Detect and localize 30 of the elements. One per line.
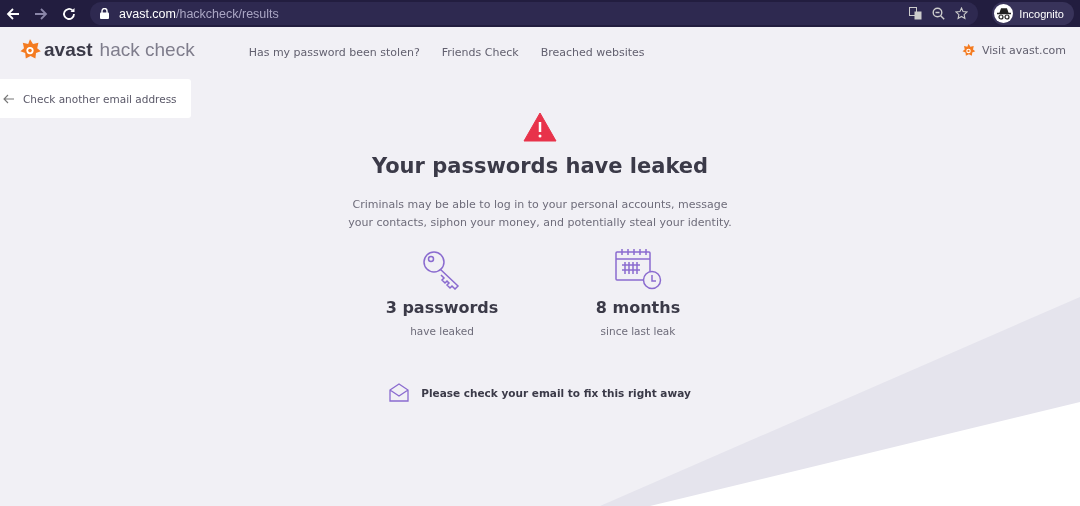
lock-icon [100, 8, 109, 19]
zoom-icon[interactable] [932, 7, 946, 20]
email-notice: Please check your email to fix this right away [421, 386, 691, 399]
avast-icon [961, 42, 977, 58]
reload-icon[interactable] [62, 6, 76, 21]
incognito-button[interactable]: Incognito [992, 2, 1074, 25]
result-title: Your passwords have leaked [371, 154, 709, 178]
envelope-icon [389, 383, 410, 402]
nav-link[interactable]: Friends Check [441, 45, 519, 59]
avast-logo[interactable]: avast hack check [18, 38, 195, 62]
back-icon[interactable] [6, 6, 20, 21]
address-bar[interactable]: avast.com/hackcheck/results [90, 2, 979, 25]
nav-link[interactable]: Has my password been stolen? [248, 45, 420, 59]
calendar-clock-icon [614, 248, 662, 290]
forward-icon[interactable] [34, 6, 48, 21]
stat-caption: since last leak [600, 325, 676, 337]
warning-icon [523, 112, 557, 142]
visit-link[interactable]: Visit avast.com [961, 42, 1066, 58]
stat-value: 3 passwords [385, 298, 499, 317]
translate-icon[interactable] [909, 7, 923, 20]
star-icon[interactable] [955, 7, 969, 20]
stat-caption: have leaked [410, 325, 474, 337]
arrow-left-icon [3, 93, 15, 104]
incognito-icon [996, 7, 1011, 20]
key-icon [422, 250, 462, 290]
back-link[interactable]: Check another email address [0, 79, 191, 118]
result-description: Criminals may be able to log in to your personal accounts, message your contacts, siphon your money, and potentially steal your identity. [347, 197, 733, 231]
url-text: avast.com/hackcheck/results [119, 6, 279, 21]
stat-value: 8 months [595, 298, 681, 317]
nav-link[interactable]: Breached websites [540, 45, 645, 59]
